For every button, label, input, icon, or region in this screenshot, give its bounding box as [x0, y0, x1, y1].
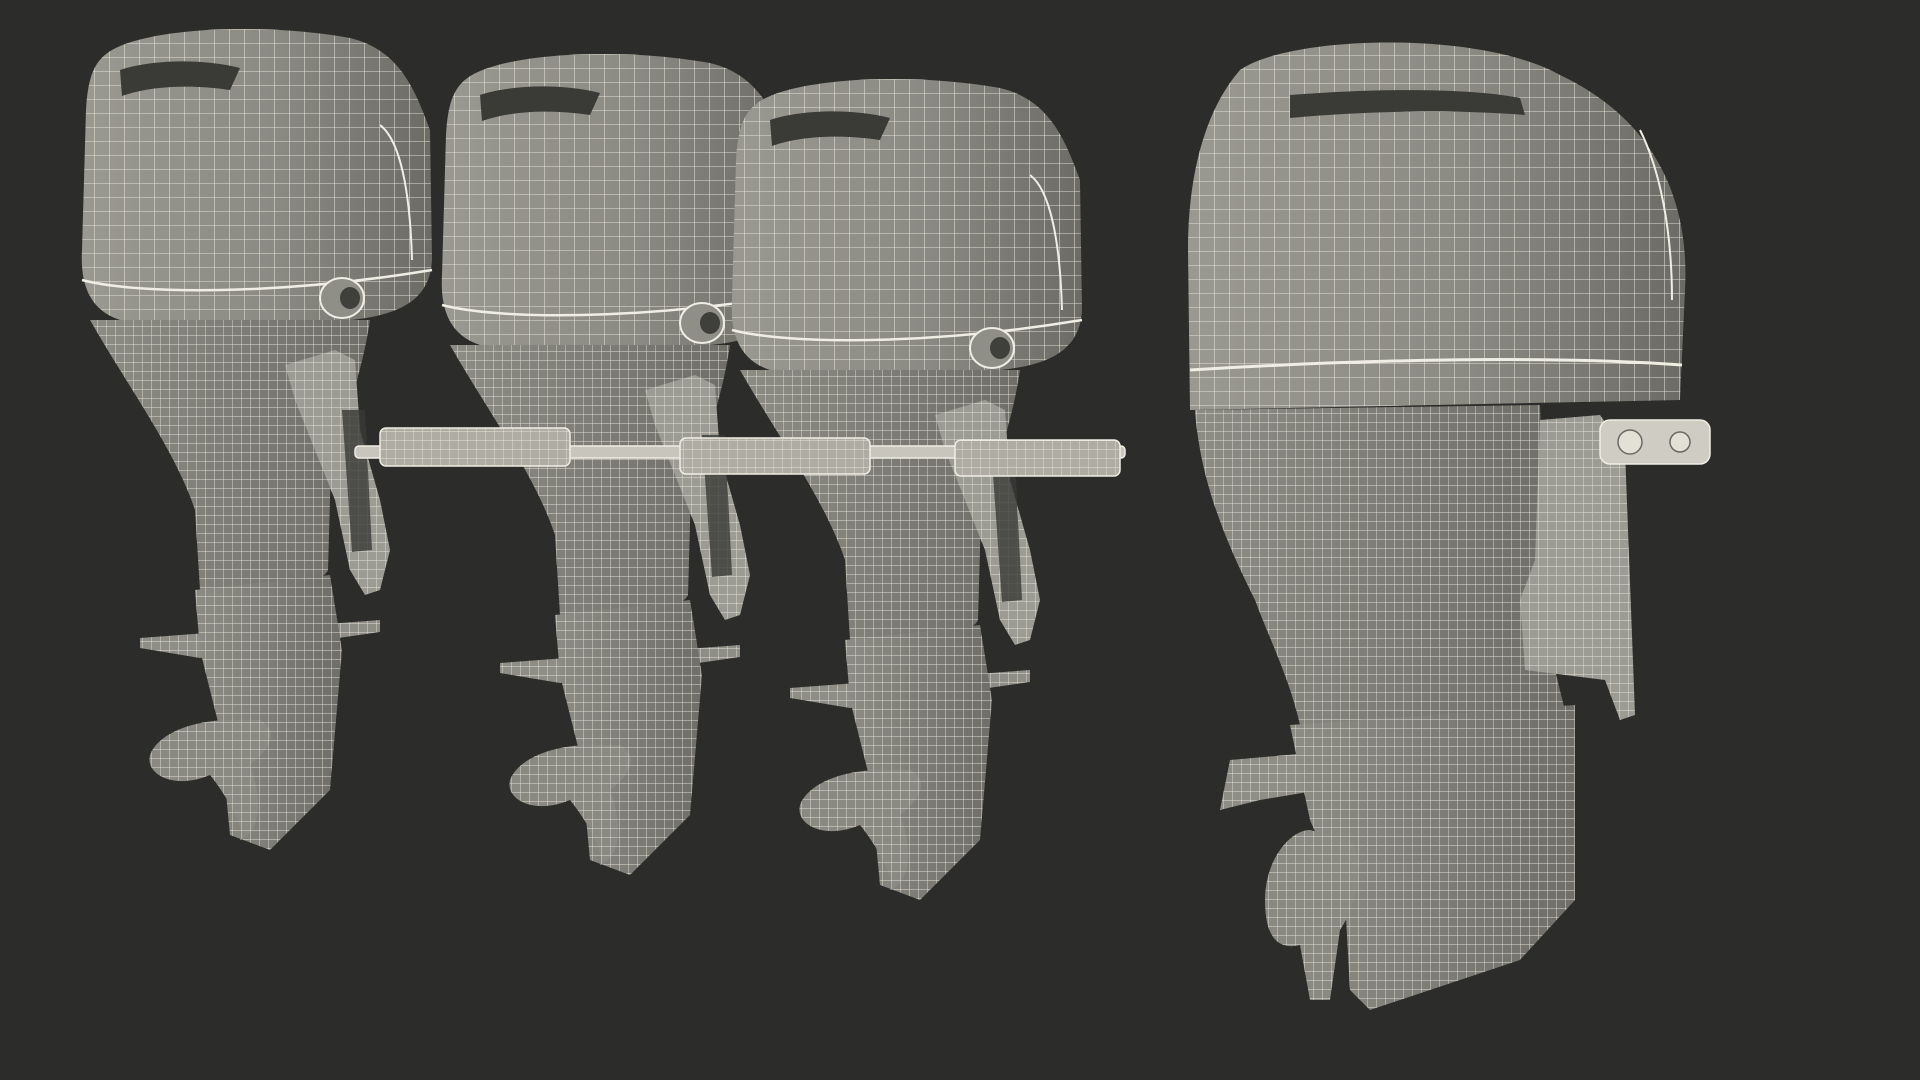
trim-clamp-hardware: [1599, 419, 1711, 465]
outboard-engine-right: [730, 77, 1084, 902]
render-viewport: [0, 0, 1920, 1080]
outboard-engine-side-view: [1188, 42, 1711, 1010]
scene-canvas: [80, 27, 1711, 1010]
steering-tie-bar: [354, 427, 1126, 477]
